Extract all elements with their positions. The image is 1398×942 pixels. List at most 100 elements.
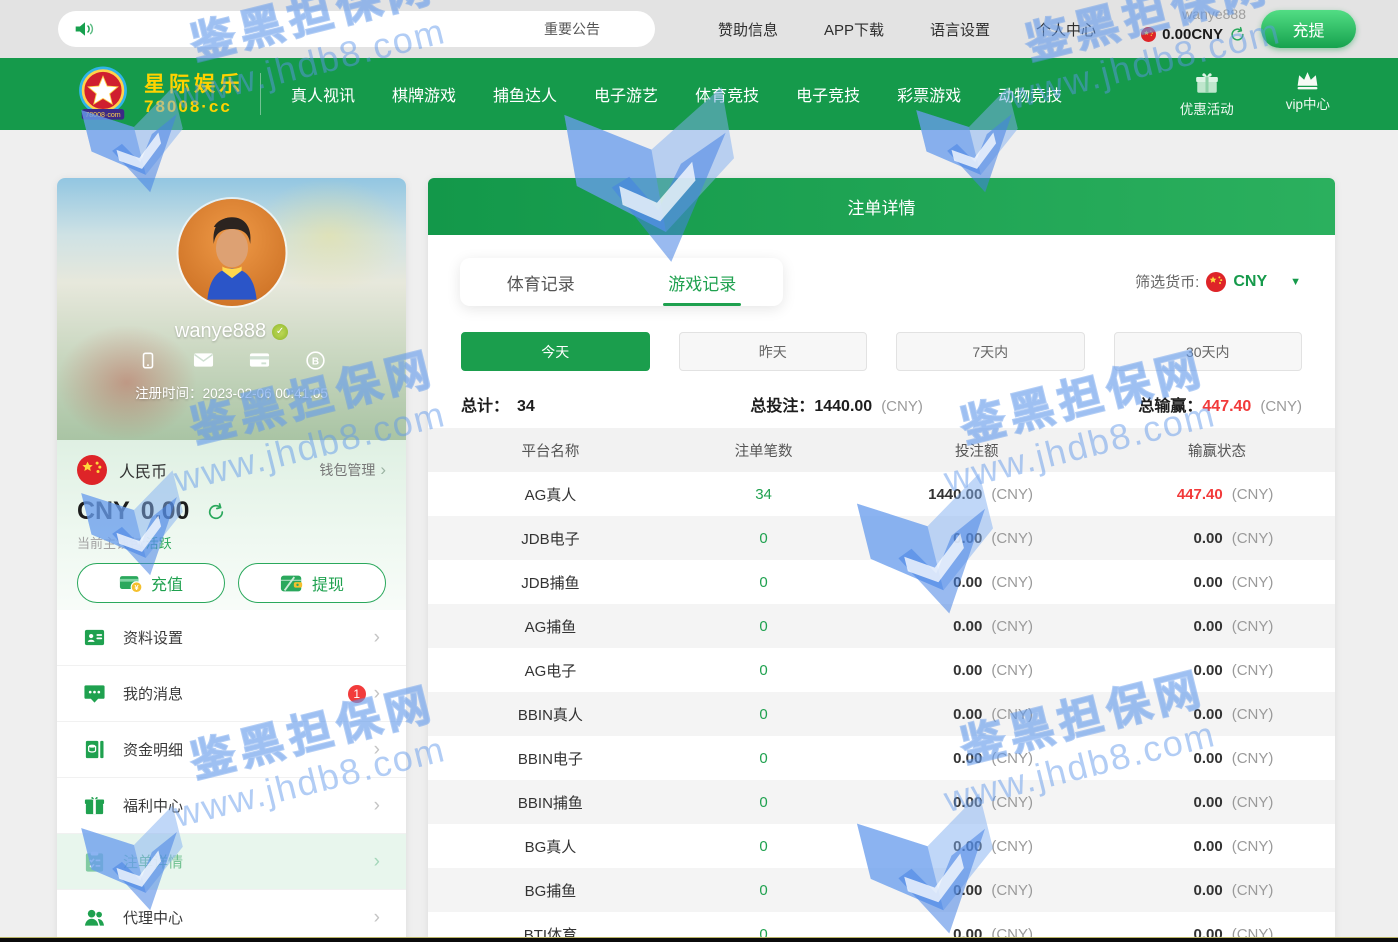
chevron-down-icon[interactable]: ▼ [1290,276,1301,288]
winloss-cell: 447.40(CNY) [1099,486,1335,503]
sidebar-item-1[interactable]: 我的消息1› [57,666,406,722]
user-block: wanye888 0.00CNY [1141,5,1246,43]
bet-amount-cell: 0.00 (CNY) [854,838,1099,855]
winloss-cell: 0.00(CNY) [1099,618,1335,635]
bottom-strip [0,937,1398,942]
topbar-link-2[interactable]: 语言设置 [930,19,990,40]
agent-icon [83,906,106,929]
nav-item-4[interactable]: 体育竞技 [695,82,759,106]
sidebar-item-0[interactable]: 资料设置› [57,610,406,666]
sidebar-item-4[interactable]: 注单详情› [57,834,406,890]
bitcoin-icon[interactable]: B [305,350,326,370]
table-header-row: 平台名称注单笔数投注额输赢状态 [428,428,1335,472]
wallet-manage-link[interactable]: 钱包管理 [319,460,375,480]
promo-nav-item[interactable]: 优惠活动 [1180,70,1234,118]
winloss-currency: (CNY) [1232,574,1274,591]
sidebar-menu: 资料设置›我的消息1›资金明细›福利中心›注单详情›代理中心› [57,610,406,942]
nav-item-1[interactable]: 棋牌游戏 [392,82,456,106]
topbar-balance: 0.00CNY [1162,26,1223,43]
crown-icon [1295,70,1320,91]
sidebar-item-2[interactable]: 资金明细› [57,722,406,778]
nav-item-2[interactable]: 捕鱼达人 [493,82,557,106]
summary-total-bet: 总投注：1440.00(CNY) [535,392,1139,416]
table-row: JDB电子00.00(CNY)0.00(CNY) [428,516,1335,560]
phone-icon[interactable] [137,350,158,370]
table-row: AG捕鱼00.00(CNY)0.00(CNY) [428,604,1335,648]
refresh-wallet-icon[interactable] [206,502,226,522]
currency-filter-label: 筛选货币: [1135,271,1199,292]
sidebar-item-label: 福利中心 [123,795,183,816]
winloss-cell: 0.00(CNY) [1099,794,1335,811]
sidebar-item-3[interactable]: 福利中心› [57,778,406,834]
tab-game-record[interactable]: 游戏记录 [622,258,784,306]
vip-label: vip中心 [1286,93,1330,113]
bet-amount-currency: (CNY) [991,530,1033,547]
currency-filter[interactable]: 筛选货币: CNY ▼ [1135,271,1301,292]
date-filter-3[interactable]: 30天内 [1114,332,1303,371]
sidebar-item-5[interactable]: 代理中心› [57,890,406,942]
cny-flag-icon [1141,27,1156,42]
sidebar-item-label: 资金明细 [123,739,183,760]
winloss-cell: 0.00(CNY) [1099,882,1335,899]
record-tabs: 体育记录游戏记录 [460,258,783,306]
bet-count-cell: 0 [673,662,854,679]
funds-icon [83,738,106,761]
topbar-link-0[interactable]: 赞助信息 [718,19,778,40]
topbar-link-1[interactable]: APP下载 [824,19,884,40]
winloss-currency: (CNY) [1232,662,1274,679]
avatar [178,199,285,306]
bet-count-cell: 0 [673,530,854,547]
nav-item-3[interactable]: 电子游艺 [594,82,658,106]
bet-amount-value: 0.00 [920,530,982,547]
winloss-value: 0.00 [1161,838,1223,855]
bet-amount-value: 0.00 [920,794,982,811]
topbar-link-3[interactable]: 个人中心 [1036,19,1096,40]
table-row: BBIN真人00.00(CNY)0.00(CNY) [428,692,1335,736]
id-card-icon [83,626,106,649]
bet-amount-currency: (CNY) [991,486,1033,503]
tab-sports-record[interactable]: 体育记录 [460,258,622,306]
deposit-withdraw-button[interactable]: 充提 [1261,10,1356,48]
nav-item-7[interactable]: 动物竞技 [998,82,1062,106]
date-filter-2[interactable]: 7天内 [896,332,1085,371]
bet-amount-currency: (CNY) [991,794,1033,811]
bet-amount-cell: 0.00(CNY) [854,882,1099,899]
platform-cell: JDB捕鱼 [428,572,673,593]
profile-username: wanye888 [175,320,266,342]
topbar-username: wanye888 [1141,5,1246,23]
bet-amount-currency: (CNY) [991,838,1033,855]
cny-flag-icon [77,455,107,485]
sidebar-item-label: 注单详情 [123,851,183,872]
bet-amount-value: 0.00 [920,574,982,591]
refresh-balance-icon[interactable] [1229,26,1246,43]
promo-label: 优惠活动 [1180,98,1234,118]
winloss-currency: (CNY) [1232,706,1274,723]
withdraw-button[interactable]: 提现 [238,563,386,603]
bet-count-cell: 0 [673,838,854,855]
nav-item-0[interactable]: 真人视讯 [291,82,355,106]
date-filter-1[interactable]: 昨天 [679,332,868,371]
bet-amount-currency: (CNY) [991,662,1033,679]
nav-item-5[interactable]: 电子竞技 [796,82,860,106]
winloss-currency: (CNY) [1232,838,1274,855]
winloss-value: 0.00 [1161,618,1223,635]
vip-nav-item[interactable]: vip中心 [1286,70,1330,118]
date-filter-0[interactable]: 今天 [461,332,650,371]
nav-item-6[interactable]: 彩票游戏 [897,82,961,106]
table-row: BBIN捕鱼00.00(CNY)0.00(CNY) [428,780,1335,824]
currency-filter-value: CNY [1233,273,1267,291]
mail-icon[interactable] [193,350,214,370]
table-row: BG捕鱼00.00(CNY)0.00(CNY) [428,868,1335,912]
platform-cell: AG真人 [428,484,673,505]
sidebar-item-label: 资料设置 [123,627,183,648]
chevron-right-icon[interactable]: › [380,460,386,480]
bet-amount-value: 0.00 [920,838,982,855]
svg-text:78008·com: 78008·com [85,111,121,119]
bank-card-icon[interactable] [249,350,270,370]
summary-bar: 总计：34 总投注：1440.00(CNY) 总输赢：447.40(CNY) [461,392,1302,416]
winloss-currency: (CNY) [1232,794,1274,811]
bet-amount-cell: 0.00(CNY) [854,618,1099,635]
deposit-button[interactable]: ¥ 充值 [77,563,225,603]
site-logo[interactable]: 78008·com 星际娱乐 78008·cc [72,63,244,125]
register-time: 注册时间：2023-02-06 00:41:05 [57,382,406,402]
